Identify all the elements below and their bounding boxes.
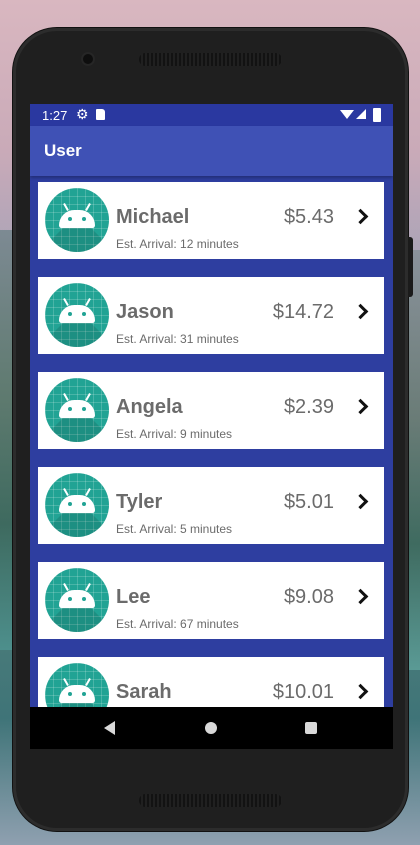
user-name: Angela (116, 396, 183, 418)
back-icon[interactable] (104, 721, 115, 735)
price: $2.39 (283, 396, 334, 418)
arrival-time: Est. Arrival: 9 minutes (116, 427, 233, 441)
wifi-icon (340, 110, 354, 119)
user-name: Sarah (116, 681, 172, 703)
phone-screen: 1:27 ⚙ User Michael $5.43 Est. Arrival: … (30, 104, 393, 749)
signal-icon (356, 109, 366, 119)
list-item[interactable]: Angela $2.39 Est. Arrival: 9 minutes (38, 372, 384, 449)
home-icon[interactable] (205, 722, 217, 734)
price: $5.01 (283, 491, 334, 513)
list-item[interactable]: Sarah $10.01 (38, 657, 384, 707)
battery-icon (373, 108, 381, 122)
user-name: Tyler (116, 491, 163, 513)
price: $14.72 (272, 301, 334, 323)
chevron-right-icon[interactable] (352, 303, 369, 320)
list-item[interactable]: Jason $14.72 Est. Arrival: 31 minutes (38, 277, 384, 354)
android-avatar-icon (45, 663, 109, 707)
arrival-time: Est. Arrival: 67 minutes (116, 617, 239, 631)
power-button (408, 237, 413, 297)
user-list[interactable]: Michael $5.43 Est. Arrival: 12 minutes J… (30, 176, 393, 707)
arrival-time: Est. Arrival: 31 minutes (116, 332, 239, 346)
price: $9.08 (283, 586, 334, 608)
bottom-speaker (139, 794, 282, 807)
chevron-right-icon[interactable] (352, 208, 369, 225)
android-avatar-icon (45, 568, 109, 632)
gear-icon: ⚙ (76, 106, 89, 122)
chevron-right-icon[interactable] (352, 493, 369, 510)
user-name: Jason (116, 301, 174, 323)
recents-icon[interactable] (305, 722, 317, 734)
chevron-right-icon[interactable] (352, 683, 369, 700)
list-item[interactable]: Tyler $5.01 Est. Arrival: 5 minutes (38, 467, 384, 544)
list-item[interactable]: Lee $9.08 Est. Arrival: 67 minutes (38, 562, 384, 639)
user-name: Lee (116, 586, 151, 608)
android-avatar-icon (45, 188, 109, 252)
status-time: 1:27 (42, 108, 68, 123)
navigation-bar (30, 707, 393, 749)
sd-card-icon (96, 109, 105, 120)
arrival-time: Est. Arrival: 12 minutes (116, 237, 239, 251)
price: $5.43 (283, 206, 334, 228)
front-camera (83, 54, 93, 64)
android-avatar-icon (45, 378, 109, 442)
android-avatar-icon (45, 283, 109, 347)
earpiece-speaker (139, 53, 282, 66)
chevron-right-icon[interactable] (352, 398, 369, 415)
chevron-right-icon[interactable] (352, 588, 369, 605)
list-item[interactable]: Michael $5.43 Est. Arrival: 12 minutes (38, 182, 384, 259)
price: $10.01 (272, 681, 334, 703)
app-title: User (44, 141, 82, 160)
status-bar: 1:27 ⚙ (30, 104, 393, 126)
app-bar: User (30, 126, 393, 176)
android-avatar-icon (45, 473, 109, 537)
arrival-time: Est. Arrival: 5 minutes (116, 522, 233, 536)
user-name: Michael (116, 206, 190, 228)
